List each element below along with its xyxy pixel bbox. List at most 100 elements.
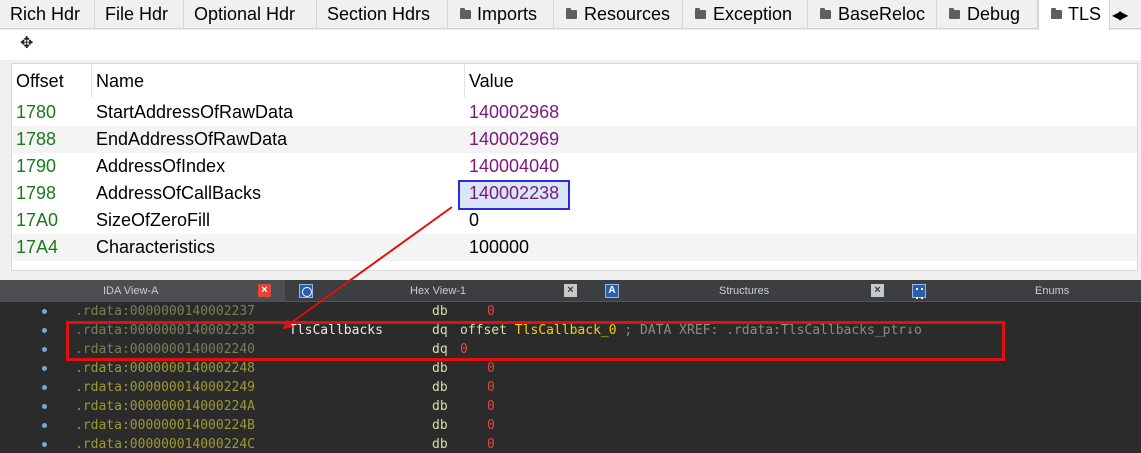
offset-cell: 17A0 (16, 210, 59, 230)
pe-viewer-panel: Rich Hdr File Hdr Optional Hdr Section H… (0, 0, 1141, 280)
close-icon[interactable]: × (258, 284, 271, 297)
enums-icon (912, 284, 926, 299)
tab-label: IDA View-A (103, 285, 159, 297)
tab-file-hdr[interactable]: File Hdr (95, 0, 184, 29)
mnemonic: db (432, 437, 448, 452)
pe-tab-bar: Rich Hdr File Hdr Optional Hdr Section H… (0, 0, 1141, 30)
tab-imports[interactable]: Imports (448, 0, 554, 29)
mnemonic: db (432, 361, 448, 376)
table-row[interactable]: 17A0 SizeOfZeroFill 0 (12, 207, 1137, 234)
tab-optional-hdr[interactable]: Optional Hdr (184, 0, 317, 29)
address: .rdata:000000014000224A (75, 399, 256, 414)
tab-label: Structures (719, 285, 770, 297)
name-cell: StartAddressOfRawData (96, 102, 294, 122)
folder-icon (460, 8, 471, 19)
table-row[interactable]: 1788 EndAddressOfRawData 140002969 (12, 126, 1137, 153)
left-right-arrows-icon[interactable]: ◀▶ (1112, 4, 1138, 26)
disasm-line[interactable]: .rdata:000000014000224C db 0 (0, 435, 1141, 453)
value-cell: 140002969 (469, 129, 560, 149)
close-icon[interactable]: × (871, 284, 884, 297)
tab-enums[interactable]: Enums (890, 280, 1141, 302)
breakpoint-dot-icon (42, 347, 47, 352)
tab-label: Debug (967, 4, 1021, 24)
move-icon[interactable]: ✥ (20, 33, 33, 53)
disasm-line[interactable]: .rdata:000000014000224A db 0 (0, 397, 1141, 416)
mnemonic: db (432, 399, 448, 414)
value-cell: 0 (469, 210, 480, 230)
disasm-line[interactable]: .rdata:0000000140002248 db 0 (0, 359, 1141, 378)
offset-cell: 1780 (16, 102, 57, 122)
tab-tls[interactable]: TLS (1038, 0, 1110, 30)
folder-icon (949, 8, 960, 19)
breakpoint-dot-icon (42, 442, 47, 447)
address: .rdata:0000000140002248 (75, 361, 256, 376)
disasm-line[interactable]: .rdata:0000000140002237 db 0 (0, 302, 1141, 321)
table-row[interactable]: 1790 AddressOfIndex 140004040 (12, 153, 1137, 180)
name-cell: EndAddressOfRawData (96, 129, 288, 149)
column-header-value[interactable]: Value (465, 64, 1137, 98)
highlight-box (66, 321, 1005, 361)
operand: 0 (487, 361, 495, 376)
tab-label: Rich Hdr (10, 4, 81, 24)
disasm-line[interactable]: .rdata:000000014000224B db 0 (0, 416, 1141, 435)
address: .rdata:0000000140002237 (75, 304, 256, 319)
mnemonic: db (432, 418, 448, 433)
ida-tab-bar: IDA View-A × Hex View-1 × A Structures ×… (0, 280, 1141, 302)
value-cell: 140002238 (469, 183, 560, 203)
close-icon[interactable]: × (564, 284, 577, 297)
operand: 0 (487, 437, 495, 452)
ida-disassembly-panel: IDA View-A × Hex View-1 × A Structures ×… (0, 280, 1141, 453)
table-row-selected[interactable]: 1798 AddressOfCallBacks 140002238 (12, 180, 1137, 207)
tab-label: Hex View-1 (410, 285, 467, 297)
name-cell: AddressOfIndex (96, 156, 226, 176)
tab-label: BaseReloc (838, 4, 926, 24)
tab-label: TLS (1068, 4, 1102, 24)
breakpoint-dot-icon (42, 385, 47, 390)
tab-label: Enums (1035, 285, 1070, 297)
tab-ida-view-a[interactable]: IDA View-A × (0, 280, 285, 302)
breakpoint-dot-icon (42, 366, 47, 371)
folder-icon (820, 8, 831, 19)
hex-view-icon (299, 284, 313, 298)
tab-label: Optional Hdr (194, 4, 296, 24)
tab-section-hdrs[interactable]: Section Hdrs (317, 0, 448, 29)
tab-basereloc[interactable]: BaseReloc (808, 0, 937, 29)
offset-cell: 1790 (16, 156, 57, 176)
mnemonic: db (432, 304, 448, 319)
operand: 0 (487, 304, 495, 319)
tab-exception[interactable]: Exception (683, 0, 808, 29)
disasm-line[interactable]: .rdata:0000000140002249 db 0 (0, 378, 1141, 397)
tab-debug[interactable]: Debug (937, 0, 1038, 29)
name-cell: SizeOfZeroFill (96, 210, 211, 230)
folder-icon (1051, 8, 1062, 19)
value-cell: 100000 (469, 237, 530, 257)
operand: 0 (487, 418, 495, 433)
tab-structures[interactable]: A Structures × (585, 280, 890, 302)
tab-hex-view-1[interactable]: Hex View-1 × (285, 280, 585, 302)
address: .rdata:0000000140002249 (75, 380, 256, 395)
tab-resources[interactable]: Resources (554, 0, 683, 29)
address: .rdata:000000014000224B (75, 418, 256, 433)
column-header-offset[interactable]: Offset (12, 64, 92, 98)
mnemonic: db (432, 380, 448, 395)
toolbar: ✥ (0, 30, 1141, 60)
operand: 0 (487, 380, 495, 395)
breakpoint-dot-icon (42, 309, 47, 314)
offset-cell: 1798 (16, 183, 57, 203)
structures-icon: A (605, 284, 619, 298)
tab-rich-hdr[interactable]: Rich Hdr (0, 0, 95, 29)
tab-label: Exception (713, 4, 793, 24)
breakpoint-dot-icon (42, 423, 47, 428)
operand: 0 (487, 399, 495, 414)
breakpoint-dot-icon (42, 404, 47, 409)
breakpoint-dot-icon (42, 328, 47, 333)
tab-label: Imports (477, 4, 538, 24)
value-cell: 140002968 (469, 102, 560, 122)
column-header-name[interactable]: Name (92, 64, 465, 98)
table-row[interactable]: 1780 StartAddressOfRawData 140002968 (12, 99, 1137, 126)
offset-cell: 17A4 (16, 237, 59, 257)
name-cell: Characteristics (96, 237, 216, 257)
folder-icon (566, 8, 577, 19)
table-row[interactable]: 17A4 Characteristics 100000 (12, 234, 1137, 261)
name-cell: AddressOfCallBacks (96, 183, 262, 203)
